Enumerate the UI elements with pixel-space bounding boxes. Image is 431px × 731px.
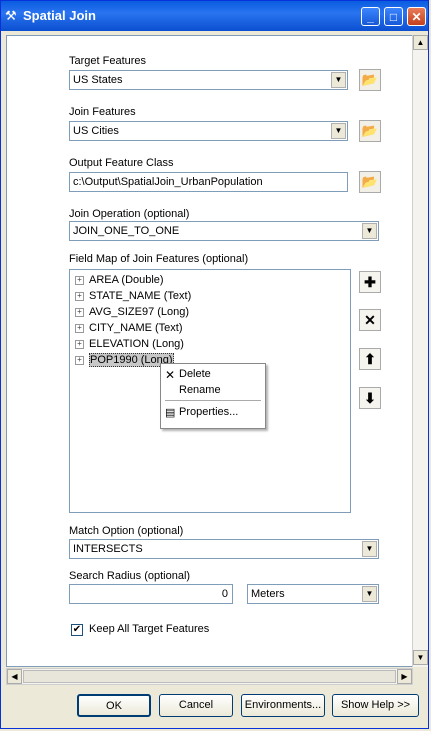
tree-item[interactable]: + CITY_NAME (Text) <box>75 320 183 336</box>
open-folder-icon[interactable]: 📂 <box>359 69 381 91</box>
parameters-panel: Target Features US States ▼ 📂 Join Featu… <box>6 35 413 667</box>
context-menu-rename[interactable]: Rename <box>179 384 221 396</box>
chevron-down-icon[interactable]: ▼ <box>362 541 377 557</box>
title-bar[interactable]: ⚒ Spatial Join _ □ ✕ <box>1 1 428 31</box>
target-features-label: Target Features <box>69 55 147 67</box>
join-features-value: US Cities <box>73 125 119 137</box>
join-operation-combo[interactable]: JOIN_ONE_TO_ONE ▼ <box>69 221 379 241</box>
join-features-combo[interactable]: US Cities ▼ <box>69 121 348 141</box>
expand-icon[interactable]: + <box>75 339 84 349</box>
chevron-down-icon[interactable]: ▼ <box>331 123 346 139</box>
expand-icon[interactable]: + <box>75 307 84 317</box>
expand-icon[interactable]: + <box>75 275 84 285</box>
menu-separator <box>165 400 261 401</box>
context-menu: ✕ Delete Rename ▤ Properties... <box>160 363 266 429</box>
join-features-label: Join Features <box>69 106 136 118</box>
scroll-thumb[interactable] <box>23 670 396 683</box>
tree-item-label: AREA (Double) <box>89 274 164 287</box>
open-folder-icon[interactable]: 📂 <box>359 171 381 193</box>
target-features-value: US States <box>73 74 123 86</box>
expand-icon[interactable]: + <box>75 355 84 365</box>
chevron-down-icon[interactable]: ▼ <box>331 72 346 88</box>
plus-icon: ✚ <box>364 274 376 290</box>
scroll-down-arrow[interactable]: ▼ <box>413 650 428 665</box>
tree-item[interactable]: + STATE_NAME (Text) <box>75 288 191 304</box>
search-radius-input[interactable]: 0 <box>69 584 233 604</box>
properties-icon: ▤ <box>165 407 176 419</box>
scroll-left-arrow[interactable]: ◀ <box>7 669 22 684</box>
field-map-label: Field Map of Join Features (optional) <box>69 253 249 265</box>
move-down-button[interactable]: ⬇ <box>359 387 381 409</box>
maximize-button[interactable]: □ <box>384 7 403 26</box>
context-menu-properties[interactable]: Properties... <box>179 406 238 418</box>
window-title: Spatial Join <box>23 8 96 23</box>
arrow-up-icon: ⬆ <box>364 351 376 367</box>
move-up-button[interactable]: ⬆ <box>359 348 381 370</box>
output-feature-class-label: Output Feature Class <box>69 157 174 169</box>
match-option-combo[interactable]: INTERSECTS ▼ <box>69 539 379 559</box>
environments-button[interactable]: Environments... <box>241 694 325 717</box>
tree-item-label: STATE_NAME (Text) <box>89 290 192 303</box>
output-feature-class-input[interactable]: c:\Output\SpatialJoin_UrbanPopulation <box>69 172 348 192</box>
spatial-join-window: ⚒ Spatial Join _ □ ✕ Target Features US … <box>0 0 429 729</box>
search-radius-label: Search Radius (optional) <box>69 570 191 582</box>
keep-all-label: Keep All Target Features <box>89 623 210 635</box>
chevron-down-icon[interactable]: ▼ <box>362 586 377 602</box>
chevron-down-icon[interactable]: ▼ <box>362 223 377 239</box>
remove-field-button[interactable]: ✕ <box>359 309 381 331</box>
minimize-button[interactable]: _ <box>361 7 380 26</box>
tree-item-label: AVG_SIZE97 (Long) <box>89 306 190 319</box>
tree-item-selected[interactable]: + POP1990 (Long) <box>75 352 174 368</box>
show-help-button[interactable]: Show Help >> <box>332 694 419 717</box>
keep-all-checkbox[interactable]: ✔ <box>71 624 83 636</box>
context-menu-delete[interactable]: Delete <box>179 368 211 380</box>
arrow-down-icon: ⬇ <box>364 390 376 406</box>
tree-item-label: ELEVATION (Long) <box>89 338 184 351</box>
tree-item[interactable]: + ELEVATION (Long) <box>75 336 184 352</box>
tree-item[interactable]: + AVG_SIZE97 (Long) <box>75 304 189 320</box>
cancel-button[interactable]: Cancel <box>159 694 233 717</box>
ok-button[interactable]: OK <box>77 694 151 717</box>
tree-item[interactable]: + AREA (Double) <box>75 272 164 288</box>
scroll-up-arrow[interactable]: ▲ <box>413 35 428 50</box>
vertical-scrollbar[interactable]: ▲ ▼ <box>412 35 428 667</box>
scroll-right-arrow[interactable]: ▶ <box>397 669 412 684</box>
horizontal-scrollbar[interactable]: ◀ ▶ <box>6 668 413 685</box>
search-radius-unit-combo[interactable]: Meters ▼ <box>247 584 379 604</box>
match-option-value: INTERSECTS <box>73 543 143 555</box>
search-radius-unit-value: Meters <box>251 588 285 600</box>
tree-item-label: CITY_NAME (Text) <box>89 322 183 335</box>
hammer-icon: ⚒ <box>5 8 17 23</box>
expand-icon[interactable]: + <box>75 291 84 301</box>
match-option-label: Match Option (optional) <box>69 525 184 537</box>
close-button[interactable]: ✕ <box>407 7 426 26</box>
delete-icon: ✕ <box>165 368 176 382</box>
join-operation-label: Join Operation (optional) <box>69 208 190 220</box>
expand-icon[interactable]: + <box>75 323 84 333</box>
join-operation-value: JOIN_ONE_TO_ONE <box>73 225 180 237</box>
add-field-button[interactable]: ✚ <box>359 271 381 293</box>
x-icon: ✕ <box>364 312 376 328</box>
open-folder-icon[interactable]: 📂 <box>359 120 381 142</box>
target-features-combo[interactable]: US States ▼ <box>69 70 348 90</box>
